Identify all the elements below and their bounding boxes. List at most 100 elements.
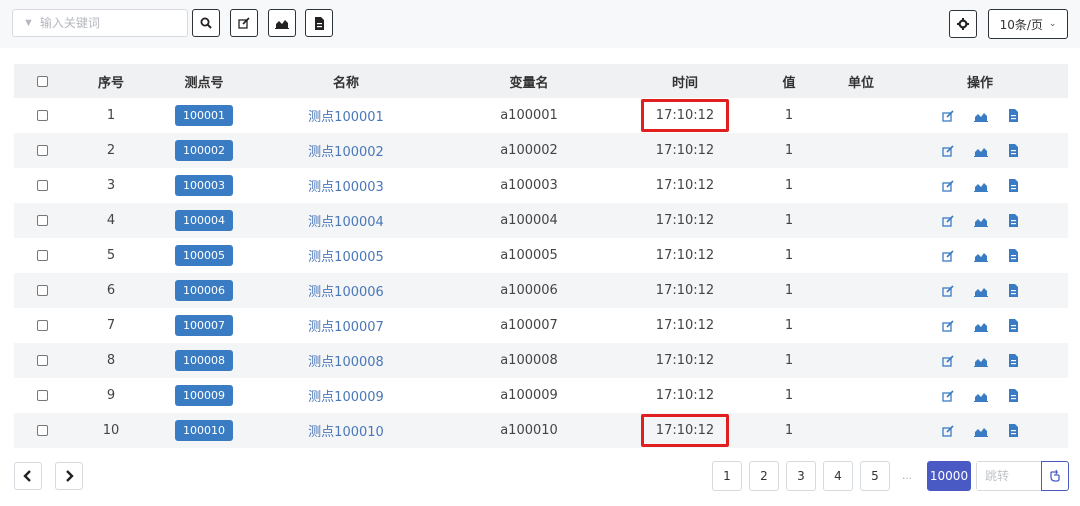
name-link[interactable]: 测点100003 [308, 180, 384, 195]
point-tag[interactable]: 100001 [175, 105, 233, 126]
row-checkbox[interactable] [36, 425, 48, 436]
row-name-cell: 测点100004 [256, 203, 436, 238]
row-unit [830, 133, 892, 168]
point-tag[interactable]: 100002 [175, 140, 233, 161]
row-checkbox[interactable] [36, 215, 48, 226]
edit-toolbar-button[interactable] [230, 9, 258, 37]
prev-page-button[interactable] [14, 462, 42, 490]
row-unit [830, 378, 892, 413]
name-link[interactable]: 测点100002 [308, 145, 384, 160]
name-link[interactable]: 测点100008 [308, 355, 384, 370]
row-checkbox[interactable] [36, 285, 48, 296]
row-checkbox[interactable] [36, 355, 48, 366]
edit-icon[interactable] [941, 424, 954, 437]
area-chart-icon[interactable] [973, 390, 988, 402]
file-icon[interactable] [1008, 109, 1019, 122]
point-tag[interactable]: 100008 [175, 350, 233, 371]
area-chart-icon[interactable] [973, 285, 988, 297]
row-checkbox[interactable] [36, 390, 48, 401]
row-unit [830, 343, 892, 378]
point-tag[interactable]: 100006 [175, 280, 233, 301]
row-index: 6 [70, 273, 152, 308]
file-icon[interactable] [1008, 179, 1019, 192]
row-variable: a100001 [500, 108, 558, 123]
edit-icon[interactable] [941, 284, 954, 297]
page-button-5[interactable]: 5 [860, 461, 890, 491]
edit-icon[interactable] [941, 144, 954, 157]
file-icon[interactable] [1008, 354, 1019, 367]
name-link[interactable]: 测点100001 [308, 110, 384, 125]
file-icon[interactable] [1008, 249, 1019, 262]
edit-icon[interactable] [941, 249, 954, 262]
row-actions [892, 378, 1068, 413]
point-tag[interactable]: 100010 [175, 420, 233, 441]
area-chart-icon[interactable] [973, 110, 988, 122]
search-input[interactable] [39, 16, 170, 30]
area-chart-icon[interactable] [973, 250, 988, 262]
edit-icon[interactable] [941, 109, 954, 122]
point-tag[interactable]: 100003 [175, 175, 233, 196]
name-link[interactable]: 测点100004 [308, 215, 384, 230]
file-icon[interactable] [1008, 144, 1019, 157]
edit-icon[interactable] [941, 354, 954, 367]
name-link[interactable]: 测点100006 [308, 285, 384, 300]
point-tag[interactable]: 100007 [175, 315, 233, 336]
page-button-4[interactable]: 4 [823, 461, 853, 491]
search-icon [200, 17, 212, 29]
area-chart-icon[interactable] [973, 215, 988, 227]
row-select-cell [14, 413, 70, 448]
search-box[interactable]: ▼ [12, 9, 188, 37]
file-icon[interactable] [1008, 214, 1019, 227]
search-button[interactable] [192, 9, 220, 37]
area-chart-icon[interactable] [973, 180, 988, 192]
row-time: 17:10:12 [655, 213, 715, 228]
row-checkbox[interactable] [36, 145, 48, 156]
jump-button[interactable] [1041, 461, 1069, 491]
row-actions [892, 98, 1068, 133]
name-link[interactable]: 测点100007 [308, 320, 384, 335]
page-button-2[interactable]: 2 [749, 461, 779, 491]
edit-icon[interactable] [941, 214, 954, 227]
file-icon[interactable] [1008, 424, 1019, 437]
file-icon[interactable] [1008, 284, 1019, 297]
page-button-3[interactable]: 3 [786, 461, 816, 491]
area-chart-icon[interactable] [973, 425, 988, 437]
edit-icon[interactable] [941, 389, 954, 402]
row-checkbox[interactable] [36, 180, 48, 191]
pagination-ellipsis: ... [902, 468, 913, 482]
name-link[interactable]: 测点100009 [308, 390, 384, 405]
area-chart-icon[interactable] [973, 355, 988, 367]
edit-icon[interactable] [941, 179, 954, 192]
area-chart-icon[interactable] [973, 145, 988, 157]
page-button-last[interactable]: 10000 [927, 461, 971, 491]
point-tag[interactable]: 100005 [175, 245, 233, 266]
file-icon[interactable] [1008, 389, 1019, 402]
edit-icon[interactable] [941, 319, 954, 332]
row-checkbox[interactable] [36, 110, 48, 121]
name-link[interactable]: 测点100005 [308, 250, 384, 265]
chevron-down-icon: ⌄ [1048, 19, 1057, 29]
table-row: 3 100003 测点100003 a100003 17:10:12 1 [14, 168, 1068, 203]
export-toolbar-button[interactable] [305, 9, 333, 37]
settings-button[interactable] [949, 10, 977, 38]
row-checkbox[interactable] [36, 250, 48, 261]
area-chart-icon[interactable] [973, 320, 988, 332]
row-time-cell: 17:10:12 [622, 98, 748, 133]
row-checkbox[interactable] [36, 320, 48, 331]
next-page-button[interactable] [55, 462, 83, 490]
select-all-checkbox[interactable] [36, 75, 48, 87]
jump-input[interactable] [977, 462, 1041, 490]
table-row: 1 100001 测点100001 a100001 17:10:12 1 [14, 98, 1068, 133]
header-select-all [14, 64, 70, 98]
point-tag[interactable]: 100009 [175, 385, 233, 406]
name-link[interactable]: 测点100010 [308, 425, 384, 440]
row-variable: a100009 [500, 388, 558, 403]
chart-toolbar-button[interactable] [268, 9, 296, 37]
header-value: 值 [748, 64, 830, 98]
page-button-1[interactable]: 1 [712, 461, 742, 491]
row-name-cell: 测点100003 [256, 168, 436, 203]
page-size-select[interactable]: 10条/页 ⌄ [988, 9, 1068, 39]
jump-box [976, 461, 1042, 491]
point-tag[interactable]: 100004 [175, 210, 233, 231]
file-icon[interactable] [1008, 319, 1019, 332]
